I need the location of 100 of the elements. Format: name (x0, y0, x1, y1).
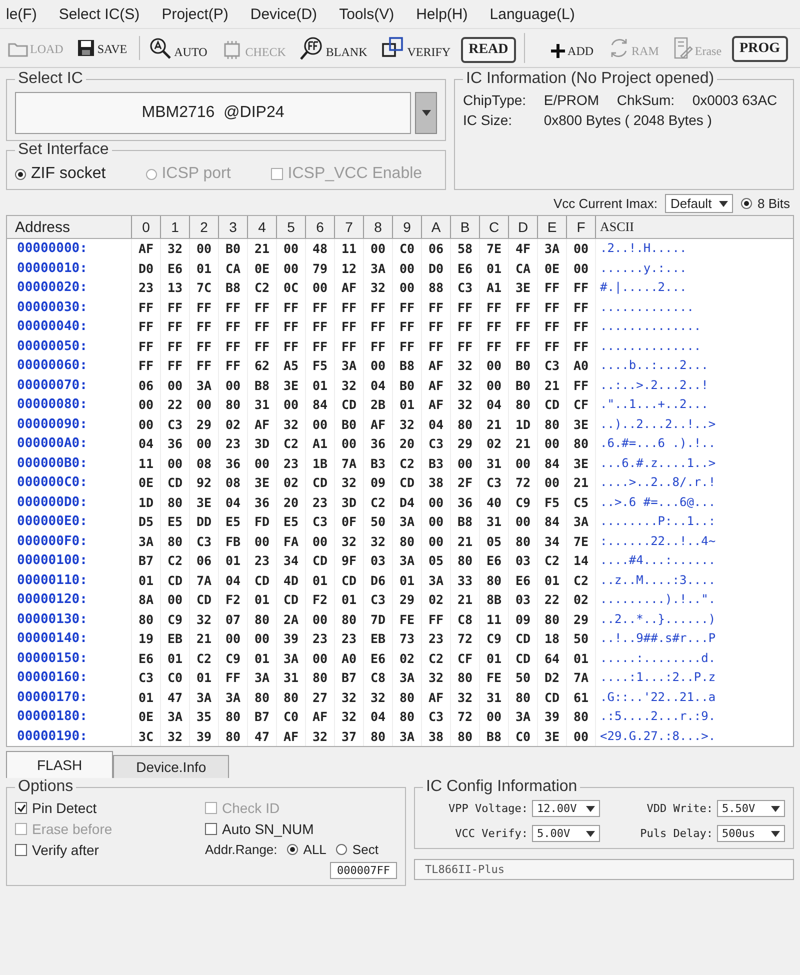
toolbar-button[interactable]: READ (460, 37, 516, 63)
hex-cell[interactable]: 01 (131, 570, 160, 590)
hex-cell[interactable]: B0 (392, 376, 421, 395)
hex-cell[interactable]: 40 (479, 492, 508, 512)
hex-cell[interactable]: 92 (189, 473, 218, 492)
hex-cell[interactable]: 00 (160, 590, 189, 610)
hex-cell[interactable]: 3A (392, 551, 421, 570)
hex-cell[interactable]: 80 (218, 707, 247, 726)
hex-cell[interactable]: 4D (276, 570, 305, 590)
hex-cell[interactable]: 7E (566, 532, 595, 551)
hex-cell[interactable]: C9 (479, 629, 508, 648)
hex-cell[interactable]: B8 (247, 376, 276, 395)
hex-cell[interactable]: 80 (508, 532, 537, 551)
hex-cell[interactable]: 7E (479, 239, 508, 258)
hex-cell[interactable]: CD (276, 590, 305, 610)
radio-option[interactable]: ALL (287, 842, 326, 857)
select-field[interactable]: 12.00V (532, 800, 600, 817)
hex-cell[interactable]: 80 (247, 688, 276, 707)
hex-cell[interactable]: 20 (276, 492, 305, 512)
hex-cell[interactable]: 80 (218, 395, 247, 414)
hex-cell[interactable]: AF (421, 356, 450, 376)
hex-cell[interactable]: 36 (450, 492, 479, 512)
hex-cell[interactable]: 35 (189, 707, 218, 726)
hex-cell[interactable]: 01 (479, 648, 508, 668)
hex-cell[interactable]: 21 (537, 376, 566, 395)
hex-cell[interactable]: DD (189, 512, 218, 532)
hex-cell[interactable]: FF (566, 336, 595, 356)
hex-cell[interactable]: FF (218, 317, 247, 336)
hex-cell[interactable]: 11 (131, 454, 160, 473)
hex-cell[interactable]: 04 (421, 414, 450, 434)
hex-cell[interactable]: C3 (160, 414, 189, 434)
hex-cell[interactable]: 33 (450, 570, 479, 590)
hex-cell[interactable]: 04 (218, 492, 247, 512)
hex-cell[interactable]: 19 (131, 629, 160, 648)
hex-cell[interactable]: 02 (392, 648, 421, 668)
hex-cell[interactable]: FF (334, 336, 363, 356)
hex-cell[interactable]: C2 (276, 434, 305, 454)
hex-cell[interactable]: 32 (421, 668, 450, 688)
hex-cell[interactable]: 08 (189, 454, 218, 473)
hex-cell[interactable]: 47 (160, 688, 189, 707)
hex-cell[interactable]: A1 (305, 434, 334, 454)
menu-item[interactable]: Language(L) (490, 6, 575, 22)
tab[interactable]: Device.Info (113, 755, 230, 778)
hex-cell[interactable]: 23 (305, 629, 334, 648)
hex-cell[interactable]: 14 (566, 551, 595, 570)
hex-cell[interactable]: 39 (537, 707, 566, 726)
hex-cell[interactable]: 00 (189, 434, 218, 454)
hex-cell[interactable]: CD (334, 395, 363, 414)
hex-cell[interactable]: FF (421, 317, 450, 336)
hex-cell[interactable]: 01 (189, 258, 218, 278)
hex-cell[interactable]: CD (189, 590, 218, 610)
hex-cell[interactable]: 2A (276, 610, 305, 629)
hex-cell[interactable]: 58 (450, 239, 479, 258)
hex-cell[interactable]: 79 (305, 258, 334, 278)
hex-cell[interactable]: 01 (305, 376, 334, 395)
hex-cell[interactable]: FF (363, 317, 392, 336)
hex-cell[interactable]: C2 (566, 570, 595, 590)
hex-cell[interactable]: 00 (305, 414, 334, 434)
hex-cell[interactable]: C3 (363, 590, 392, 610)
hex-cell[interactable]: B0 (508, 376, 537, 395)
hex-cell[interactable]: FF (189, 317, 218, 336)
hex-cell[interactable]: D2 (537, 668, 566, 688)
hex-cell[interactable]: 3A (566, 512, 595, 532)
hex-cell[interactable]: 06 (131, 376, 160, 395)
hex-cell[interactable]: FF (566, 317, 595, 336)
hex-cell[interactable]: 11 (334, 239, 363, 258)
hex-cell[interactable]: 4F (508, 239, 537, 258)
hex-cell[interactable]: 29 (189, 414, 218, 434)
hex-cell[interactable]: 00 (479, 707, 508, 726)
hex-cell[interactable]: 13 (160, 278, 189, 298)
hex-cell[interactable]: E6 (160, 258, 189, 278)
hex-cell[interactable]: FF (421, 298, 450, 317)
hex-cell[interactable]: 8A (131, 590, 160, 610)
hex-cell[interactable]: CD (537, 395, 566, 414)
hex-cell[interactable]: 31 (479, 454, 508, 473)
hex-cell[interactable]: 04 (131, 434, 160, 454)
hex-cell[interactable]: B3 (421, 454, 450, 473)
hex-cell[interactable]: 72 (450, 707, 479, 726)
hex-cell[interactable]: FF (160, 298, 189, 317)
hex-cell[interactable]: 1D (508, 414, 537, 434)
hex-cell[interactable]: 80 (160, 492, 189, 512)
toolbar-button[interactable]: VERIFY (377, 33, 455, 63)
hex-cell[interactable]: 00 (363, 239, 392, 258)
hex-cell[interactable]: FF (566, 278, 595, 298)
hex-cell[interactable]: 00 (392, 278, 421, 298)
hex-cell[interactable]: 7A (334, 454, 363, 473)
hex-cell[interactable]: CF (566, 395, 595, 414)
hex-cell[interactable]: CF (450, 648, 479, 668)
hex-cell[interactable]: E5 (160, 512, 189, 532)
hex-cell[interactable]: 01 (566, 648, 595, 668)
hex-cell[interactable]: 01 (479, 258, 508, 278)
hex-cell[interactable]: 38 (421, 726, 450, 746)
hex-cell[interactable]: 3A (276, 648, 305, 668)
hex-cell[interactable]: 72 (508, 473, 537, 492)
hex-cell[interactable]: C3 (305, 512, 334, 532)
hex-cell[interactable]: 80 (392, 532, 421, 551)
hex-cell[interactable]: 3A (334, 356, 363, 376)
hex-cell[interactable]: 00 (189, 395, 218, 414)
hex-cell[interactable]: A0 (566, 356, 595, 376)
hex-cell[interactable]: 05 (421, 551, 450, 570)
